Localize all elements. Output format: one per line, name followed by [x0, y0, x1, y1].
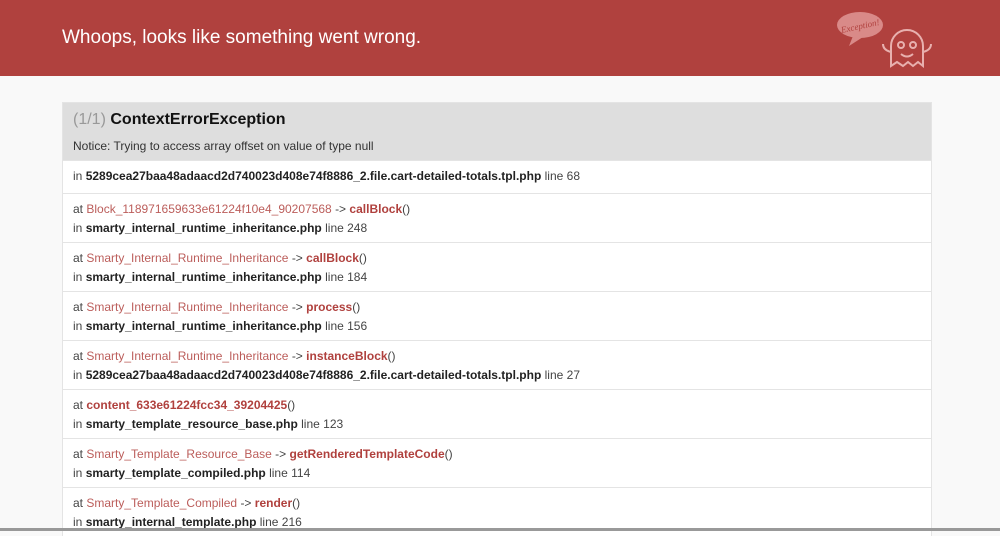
frame-function[interactable]: process: [306, 300, 352, 314]
in-label: in: [73, 169, 83, 183]
in-label: in: [73, 270, 83, 284]
frame-file: smarty_internal_runtime_inheritance.php: [85, 319, 322, 333]
frame-class[interactable]: Smarty_Internal_Runtime_Inheritance: [86, 300, 288, 314]
trace-frame: at Block_118971659633e61224f10e4_9020756…: [63, 193, 931, 242]
exception-panel: (1/1) ContextErrorException Notice: Tryi…: [62, 102, 932, 536]
frame-parens: (): [287, 398, 296, 412]
exception-message: Notice: Trying to access array offset on…: [73, 139, 374, 153]
frame-parens: (): [387, 349, 396, 363]
frame-file: smarty_internal_runtime_inheritance.php: [85, 270, 322, 284]
frame-line: line 184: [325, 270, 368, 284]
trace-frame: at Smarty_Internal_Runtime_Inheritance -…: [63, 242, 931, 291]
exception-name: ContextErrorException: [110, 111, 286, 128]
frame-arrow: ->: [335, 202, 347, 216]
exception-count: (1/1): [73, 111, 106, 128]
frame-class[interactable]: Smarty_Template_Compiled: [86, 496, 237, 510]
frame-class[interactable]: Smarty_Internal_Runtime_Inheritance: [86, 251, 288, 265]
in-label: in: [73, 319, 83, 333]
trace-frame: at Smarty_Internal_Runtime_Inheritance -…: [63, 291, 931, 340]
frame-class[interactable]: Smarty_Template_Resource_Base: [86, 447, 271, 461]
trace-frame: at Smarty_Template_Resource_Base -> getR…: [63, 438, 931, 487]
frame-line: line 156: [325, 319, 368, 333]
frame-file: smarty_template_compiled.php: [85, 466, 266, 480]
frame-line: line 248: [325, 221, 368, 235]
at-label: at: [73, 300, 84, 314]
frame-function[interactable]: instanceBlock: [306, 349, 387, 363]
frame-line: line 123: [301, 417, 344, 431]
frame-arrow: ->: [291, 349, 303, 363]
frame-class[interactable]: Smarty_Internal_Runtime_Inheritance: [86, 349, 288, 363]
frame-arrow: ->: [275, 447, 287, 461]
frame-parens: (): [402, 202, 411, 216]
frame-arrow: ->: [291, 251, 303, 265]
at-label: at: [73, 349, 84, 363]
frame-function[interactable]: callBlock: [306, 251, 359, 265]
at-label: at: [73, 202, 84, 216]
trace-line: line 68: [544, 169, 580, 183]
at-label: at: [73, 251, 84, 265]
page-title: Whoops, looks like something went wrong.: [62, 27, 422, 48]
in-label: in: [73, 515, 83, 529]
in-label: in: [73, 466, 83, 480]
frame-file: smarty_internal_template.php: [85, 515, 257, 529]
in-label: in: [73, 368, 83, 382]
frame-function[interactable]: render: [255, 496, 292, 510]
frame-line: line 114: [269, 466, 311, 480]
error-header: Whoops, looks like something went wrong.…: [0, 0, 1000, 76]
in-label: in: [73, 417, 83, 431]
trace-file: 5289cea27baa48adaacd2d740023d408e74f8886…: [85, 169, 542, 183]
trace-frame: at Smarty_Internal_Runtime_Inheritance -…: [63, 340, 931, 389]
frame-parens: (): [292, 496, 301, 510]
frame-function[interactable]: getRenderedTemplateCode: [290, 447, 445, 461]
frame-arrow: ->: [291, 300, 303, 314]
frame-class[interactable]: Block_118971659633e61224f10e4_90207568: [86, 202, 331, 216]
frame-parens: (): [444, 447, 453, 461]
in-label: in: [73, 221, 83, 235]
frame-file: smarty_template_resource_base.php: [85, 417, 298, 431]
frame-file: smarty_internal_runtime_inheritance.php: [85, 221, 322, 235]
ghost-mascot-icon: Exception!: [837, 12, 932, 68]
at-label: at: [73, 447, 84, 461]
at-label: at: [73, 496, 84, 510]
frame-line: line 27: [544, 368, 580, 382]
at-label: at: [73, 398, 84, 412]
trace-frame: at content_633e61224fcc34_39204425() in …: [63, 389, 931, 438]
frame-function[interactable]: callBlock: [349, 202, 402, 216]
frame-function[interactable]: content_633e61224fcc34_39204425: [86, 398, 287, 412]
frame-line: line 216: [259, 515, 302, 529]
frame-file: 5289cea27baa48adaacd2d740023d408e74f8886…: [85, 368, 542, 382]
exception-header: (1/1) ContextErrorException Notice: Tryi…: [63, 103, 931, 160]
trace-origin: in 5289cea27baa48adaacd2d740023d408e74f8…: [63, 160, 931, 193]
frame-parens: (): [358, 251, 367, 265]
frame-arrow: ->: [240, 496, 252, 510]
frame-parens: (): [352, 300, 361, 314]
